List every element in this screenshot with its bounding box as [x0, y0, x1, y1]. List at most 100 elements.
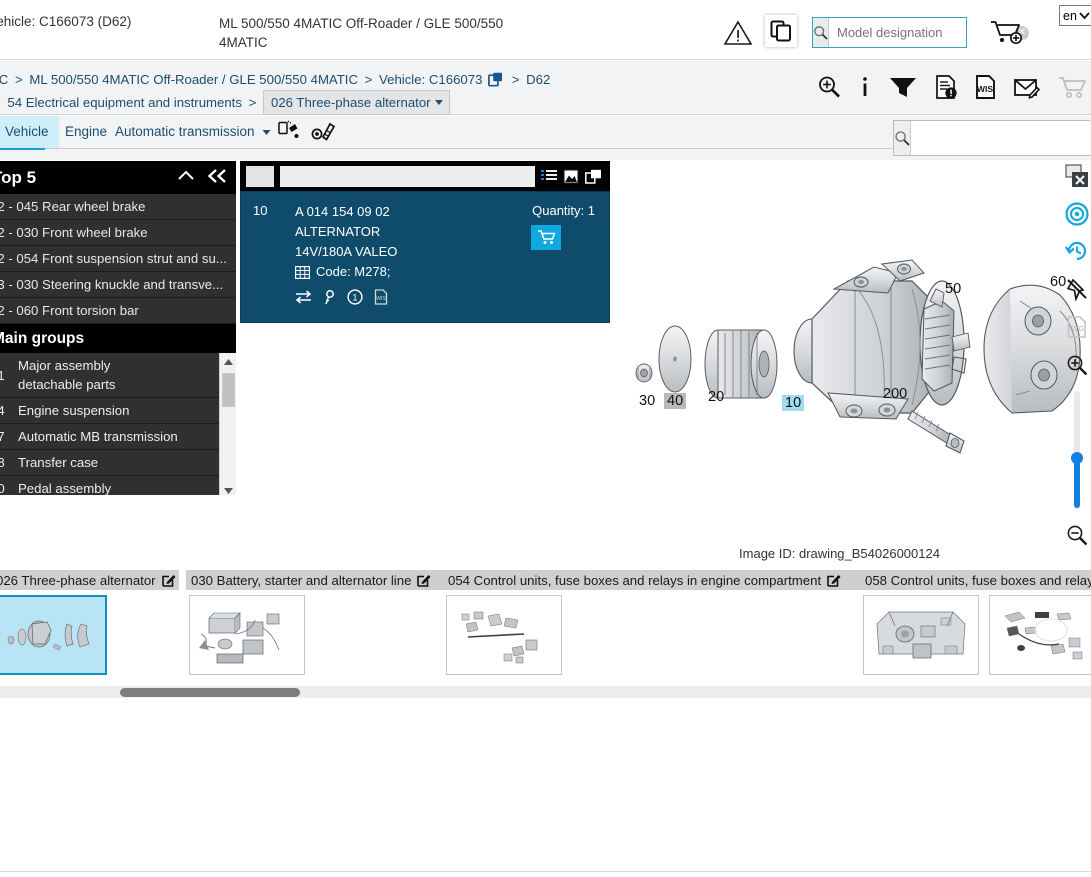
breadcrumb-dropdown-alternator[interactable]: 026 Three-phase alternator — [263, 90, 450, 115]
callout-10[interactable]: 10 — [782, 395, 805, 411]
zoom-out-icon[interactable] — [1064, 522, 1090, 548]
main-group-label: Engine suspension — [18, 403, 130, 418]
callout-30[interactable]: 30 — [639, 393, 655, 409]
main-group-row[interactable]: 28 Transfer case — [0, 450, 236, 476]
top5-item-label: 42 - 045 Rear wheel brake — [0, 199, 146, 214]
tab-automatic-transmission[interactable]: Automatic transmission — [105, 116, 281, 148]
breadcrumb-item-d62[interactable]: D62 — [526, 72, 550, 87]
thumbnail-item[interactable] — [446, 595, 562, 675]
info-icon[interactable] — [858, 74, 872, 100]
breadcrumb-separator: > — [511, 72, 520, 87]
part-panel: 10 A 014 154 09 02 ALTERNATOR 14V/180A V… — [240, 161, 610, 323]
main-group-row[interactable]: 21 Major assembly detachable parts — [0, 353, 236, 398]
cart-add-icon[interactable] — [989, 19, 1023, 45]
exchange-icon[interactable] — [295, 290, 312, 304]
search-icon[interactable] — [813, 18, 829, 47]
part-filter-field[interactable] — [280, 165, 535, 187]
model-search[interactable]: ✕ — [812, 17, 1029, 48]
thumb-group-header[interactable]: 026 Three-phase alternator — [0, 570, 180, 590]
main-group-row[interactable]: 27 Automatic MB transmission — [0, 424, 236, 450]
tab-search-input[interactable] — [911, 121, 1091, 155]
zoom-slider[interactable] — [1071, 391, 1083, 510]
image-id-label: Image ID: drawing_B54026000124 — [739, 546, 940, 561]
thumb-group-header[interactable]: 054 Control units, fuse boxes and relays… — [443, 570, 862, 590]
document-alert-icon[interactable] — [934, 74, 958, 100]
breadcrumb-item-model[interactable]: ML 500/550 4MATIC Off-Roader / GLE 500/5… — [29, 72, 358, 87]
wis-document-icon[interactable]: WIS — [974, 74, 997, 100]
edit-icon[interactable] — [827, 573, 841, 587]
paint-spray-icon[interactable] — [276, 120, 302, 146]
thumb-group-header[interactable]: 030 Battery, starter and alternator line — [186, 570, 445, 590]
mail-edit-icon[interactable] — [1013, 74, 1041, 100]
scrollbar-thumb[interactable] — [222, 373, 235, 407]
thumb-group-title: 054 Control units, fuse boxes and relays… — [448, 572, 822, 588]
add-to-cart-button[interactable] — [531, 225, 561, 250]
callout-200[interactable]: 200 — [883, 386, 907, 402]
thumb-group-header[interactable]: 058 Control units, fuse boxes and relays — [860, 570, 1091, 590]
key-icon[interactable] — [323, 289, 336, 305]
breadcrumb-copy-icon[interactable] — [488, 72, 503, 87]
top5-item-2[interactable]: 32 - 054 Front suspension strut and su..… — [0, 246, 236, 272]
thumb-group-026: 026 Three-phase alternator — [0, 570, 180, 682]
svg-export-icon[interactable]: SVG — [1064, 314, 1090, 340]
svg-text:1: 1 — [352, 293, 357, 303]
tab-search[interactable]: ✕ — [893, 120, 1091, 156]
callout-40[interactable]: 40 — [664, 393, 687, 409]
thumbnail-drawing — [1004, 611, 1083, 660]
history-reset-icon[interactable] — [1064, 238, 1090, 264]
horizontal-scrollbar-thumb[interactable] — [120, 688, 300, 697]
left-sidebar: Top 5 42 - 045 Rear wheel brake 42 - 030… — [0, 161, 236, 495]
filter-icon[interactable] — [888, 74, 918, 100]
breadcrumb-separator: > — [15, 72, 23, 87]
copy-icon[interactable] — [765, 15, 797, 47]
target-focus-icon[interactable] — [1064, 201, 1090, 227]
breadcrumb-item-vehicle[interactable]: Vehicle: C166073 — [379, 72, 482, 87]
part-30-nut — [635, 363, 653, 383]
main-group-row[interactable]: 24 Engine suspension — [0, 398, 236, 424]
thumbnail-item[interactable] — [0, 595, 107, 675]
thumbnail-item[interactable] — [989, 595, 1091, 675]
breadcrumb-item-pc[interactable]: PC — [0, 72, 8, 87]
tab-vehicle[interactable]: Vehicle — [0, 116, 59, 148]
edit-icon[interactable] — [161, 573, 176, 587]
collapse-up-icon[interactable] — [176, 167, 196, 185]
part-card[interactable]: 10 A 014 154 09 02 ALTERNATOR 14V/180A V… — [240, 191, 610, 323]
zoom-in-icon[interactable] — [1064, 352, 1090, 378]
chevron-down-icon — [1079, 11, 1090, 20]
list-view-icon[interactable] — [541, 169, 557, 183]
main-group-row[interactable]: 30 Pedal assembly — [0, 476, 236, 495]
cart-icon[interactable] — [1057, 74, 1087, 100]
note-one-icon[interactable]: 1 — [347, 289, 363, 305]
warning-triangle-icon[interactable] — [723, 20, 753, 46]
wis-icon[interactable]: WIS — [374, 289, 388, 305]
breadcrumb-item-group54[interactable]: 54 Electrical equipment and instruments — [7, 95, 242, 110]
zoom-slider-knob[interactable] — [1071, 452, 1083, 465]
top5-item-1[interactable]: 42 - 030 Front wheel brake — [0, 220, 236, 246]
image-view-icon[interactable] — [563, 168, 579, 184]
pin-off-icon[interactable] — [1064, 276, 1090, 302]
horizontal-scrollbar[interactable] — [0, 686, 1091, 698]
edit-icon[interactable] — [417, 573, 431, 587]
drawing-canvas[interactable]: 30 40 20 10 200 50 60 — [612, 161, 1091, 546]
bolt-screw-icon[interactable] — [310, 120, 336, 146]
search-icon[interactable] — [894, 121, 911, 155]
main-groups-scrollbar[interactable] — [219, 353, 236, 495]
language-selector[interactable]: en — [1059, 5, 1091, 26]
thumbnail-item[interactable] — [189, 595, 305, 675]
tab-automatic-transmission-label: Automatic transmission — [115, 124, 255, 139]
thumbnail-item[interactable] — [863, 595, 979, 675]
zoom-in-icon[interactable] — [816, 74, 842, 100]
scroll-up-icon[interactable] — [220, 353, 236, 370]
thumbnail-drawing — [461, 611, 538, 664]
top5-item-4[interactable]: 32 - 060 Front torsion bar — [0, 298, 236, 324]
model-search-input[interactable] — [829, 18, 1015, 47]
close-window-icon[interactable] — [1064, 163, 1090, 189]
top5-item-3[interactable]: 33 - 030 Steering knuckle and transve... — [0, 272, 236, 298]
callout-50[interactable]: 50 — [945, 281, 961, 297]
scroll-down-icon[interactable] — [220, 482, 236, 495]
callout-20[interactable]: 20 — [708, 389, 724, 405]
top5-item-0[interactable]: 42 - 045 Rear wheel brake — [0, 194, 236, 220]
duplicate-icon[interactable] — [585, 169, 602, 184]
collapse-left-icon[interactable] — [206, 167, 228, 185]
exploded-view-drawing[interactable] — [612, 161, 1091, 461]
